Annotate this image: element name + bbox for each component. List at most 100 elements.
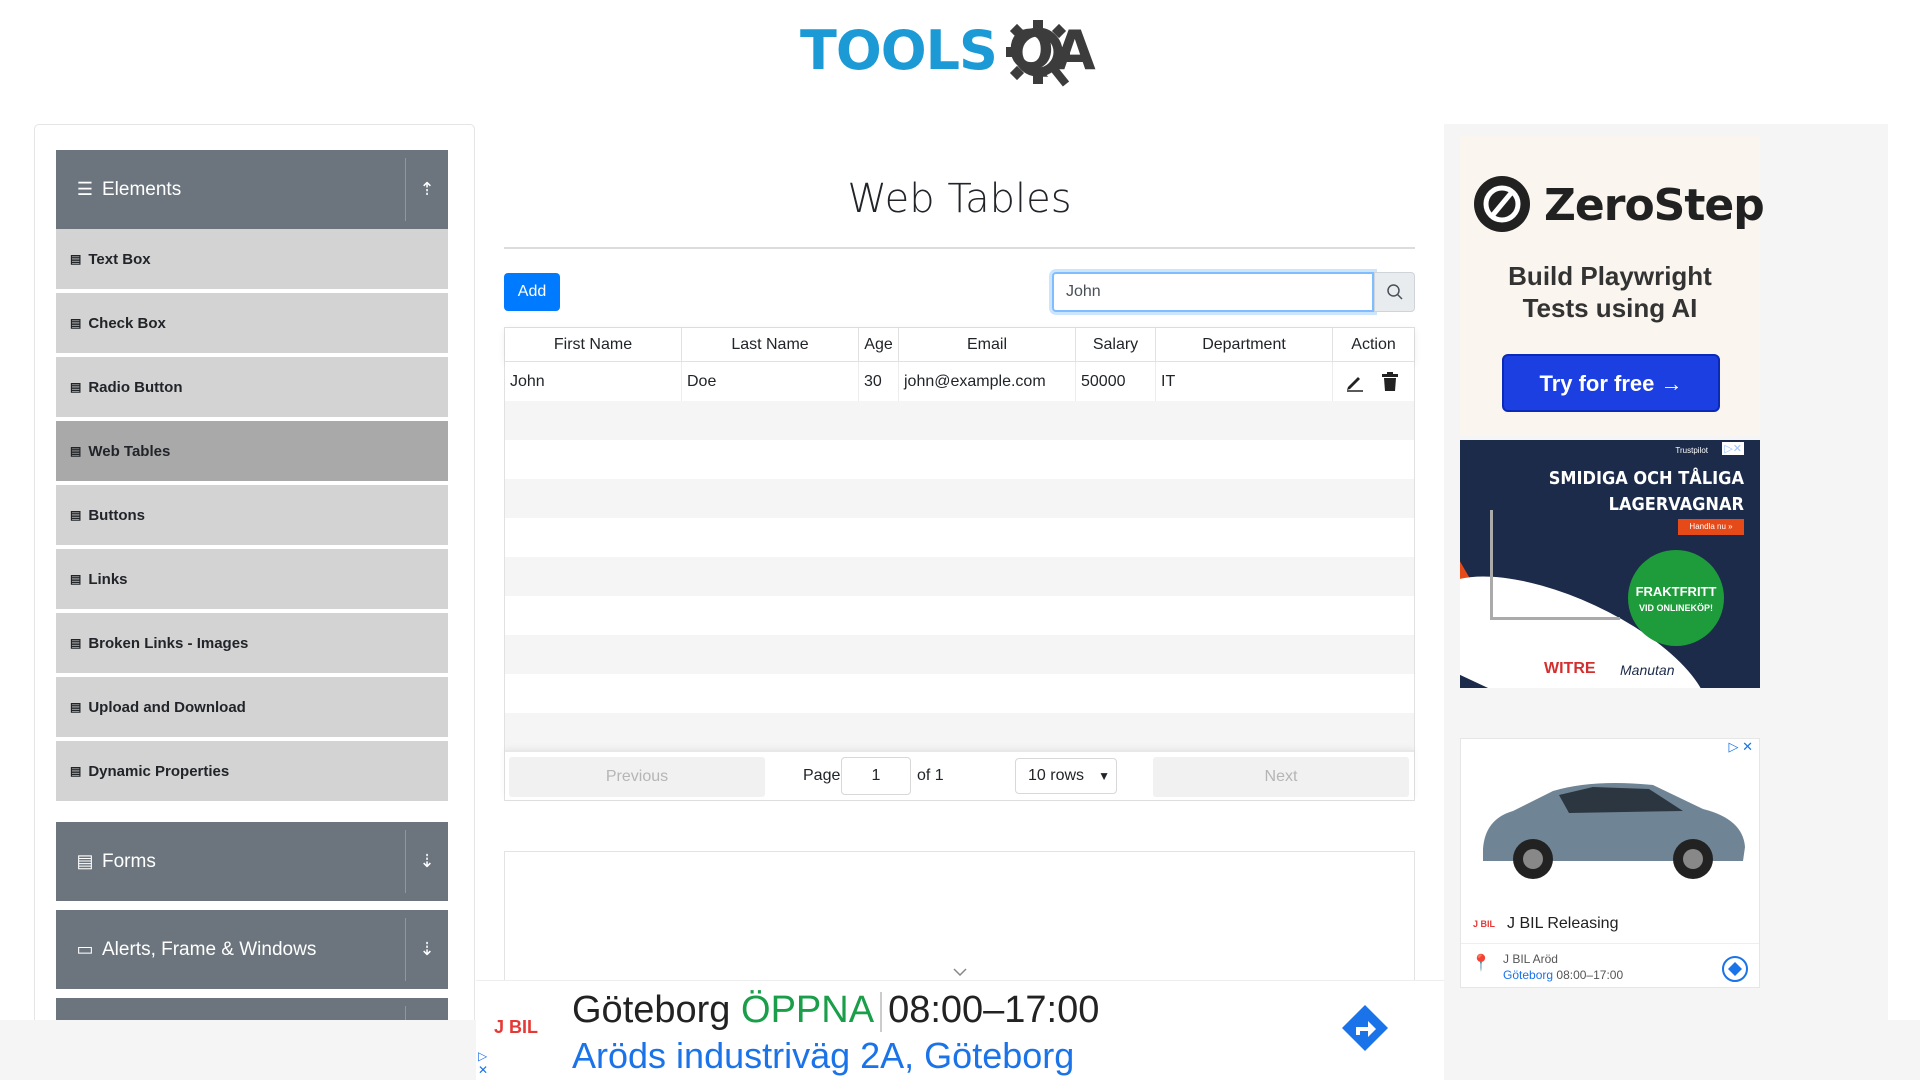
sidebar-item-label: Check Box: [88, 314, 166, 332]
headline-line-1: SMIDIGA OCH TÅLIGA: [1548, 468, 1744, 489]
ad-jbil-card[interactable]: ▷ ✕ J BIL J BIL Releasing 📍 J BIL Aröd G…: [1460, 738, 1760, 988]
ad-close-icon[interactable]: ▷✕: [1722, 442, 1744, 455]
group-label: Alerts, Frame & Windows: [102, 938, 317, 960]
sidebar-item-upload-download[interactable]: ▤ Upload and Download: [56, 677, 448, 739]
chevron-down-icon[interactable]: [953, 968, 967, 976]
rows-per-page-select[interactable]: 10 rows ▼: [1015, 758, 1117, 794]
pagination-bar: Previous Page 1 of 1 10 rows ▼ Next: [505, 750, 1414, 800]
expand-arrow-icon[interactable]: ⇣: [414, 851, 440, 872]
column-header-first-name[interactable]: First Name: [505, 328, 682, 362]
title-divider: [504, 247, 1415, 249]
list-icon: ▤: [70, 316, 82, 330]
zerostep-name: ZeroStep: [1544, 180, 1765, 231]
delete-trash-icon[interactable]: [1381, 372, 1399, 392]
next-button[interactable]: Next: [1153, 757, 1409, 797]
sidebar-item-broken-links[interactable]: ▤ Broken Links - Images: [56, 613, 448, 675]
divider: [880, 991, 883, 1032]
bottom-ad-hours: 08:00–17:00: [888, 989, 1100, 1031]
search-box: [1052, 272, 1415, 312]
logo-tools-text: TOOLS: [800, 19, 998, 82]
column-header-age[interactable]: Age: [859, 328, 899, 362]
ad-choices-icon[interactable]: ▷ ✕: [1728, 739, 1753, 755]
sidebar-item-label: Buttons: [88, 506, 145, 524]
list-icon: ▤: [70, 252, 82, 266]
tagline-line-2: Tests using AI: [1522, 293, 1698, 323]
manutan-logo: Manutan: [1620, 662, 1675, 678]
ad-placeholder-frame: [504, 851, 1415, 1001]
sidebar-item-label: Upload and Download: [88, 698, 246, 716]
add-button[interactable]: Add: [504, 273, 560, 311]
ad-witre-manutan[interactable]: Trustpilot ▷✕ SMIDIGA OCH TÅLIGA LAGERVA…: [1460, 440, 1760, 688]
edit-pencil-icon[interactable]: [1345, 372, 1365, 392]
chevron-down-icon: ▼: [1098, 769, 1110, 783]
table-row-empty: [505, 401, 1414, 440]
search-button[interactable]: [1374, 272, 1415, 312]
directions-icon[interactable]: [1340, 1003, 1390, 1053]
free-shipping-badge: FRAKTFRITT VID ONLINEKÖP!: [1628, 550, 1724, 646]
try-for-free-button[interactable]: Try for free →: [1502, 354, 1720, 412]
group-alerts-frame-windows[interactable]: ▭ Alerts, Frame & Windows ⇣: [56, 910, 448, 989]
previous-button[interactable]: Previous: [509, 757, 765, 797]
group-label: Forms: [102, 850, 156, 872]
cell-age: 30: [859, 362, 899, 401]
location-city: Göteborg: [1503, 968, 1554, 982]
divider: [1461, 943, 1759, 944]
table-row-empty: [505, 713, 1414, 750]
jbil-logo: J BIL: [1473, 919, 1496, 929]
ad-zerostep[interactable]: ZeroStep Build Playwright Tests using AI…: [1460, 136, 1765, 436]
sidebar-item-label: Text Box: [88, 250, 151, 268]
sidebar-item-check-box[interactable]: ▤ Check Box: [56, 293, 448, 355]
directions-icon[interactable]: [1721, 955, 1749, 983]
footer-strip: [1444, 1020, 1920, 1080]
sidebar-item-radio-button[interactable]: ▤ Radio Button: [56, 357, 448, 419]
page-number-input[interactable]: 1: [841, 757, 911, 795]
collapse-arrow-icon[interactable]: ⇡: [414, 179, 440, 200]
list-icon: ▤: [70, 764, 82, 778]
cell-department: IT: [1156, 362, 1333, 401]
car-image: [1483, 783, 1745, 879]
document-icon: ▤: [76, 851, 94, 871]
list-icon: ▤: [70, 572, 82, 586]
table-row-empty: [505, 479, 1414, 518]
sidebar-item-buttons[interactable]: ▤ Buttons: [56, 485, 448, 547]
list-icon: ▤: [70, 700, 82, 714]
tagline-line-1: Build Playwright: [1508, 261, 1712, 291]
zerostep-tagline: Build Playwright Tests using AI: [1460, 260, 1760, 324]
sidebar-item-links[interactable]: ▤ Links: [56, 549, 448, 611]
table-row-empty: [505, 635, 1414, 674]
location-name: J BIL Aröd: [1503, 952, 1558, 966]
table-row-empty: [505, 440, 1414, 479]
search-input[interactable]: [1052, 272, 1374, 312]
toolsqa-logo[interactable]: TOOLS QA: [800, 14, 1125, 90]
column-header-action: Action: [1351, 336, 1396, 353]
table-row-empty: [505, 674, 1414, 713]
sidebar-item-web-tables[interactable]: ▤ Web Tables: [56, 421, 448, 483]
page-total: of 1: [917, 767, 944, 784]
expand-arrow-icon[interactable]: ⇣: [414, 939, 440, 960]
sidebar-item-label: Broken Links - Images: [88, 634, 249, 652]
list-icon: ▤: [70, 636, 82, 650]
column-header-department[interactable]: Department: [1156, 328, 1333, 362]
list-icon: ▤: [70, 380, 82, 394]
list-icon: ▤: [70, 444, 82, 458]
ad-choices-icon[interactable]: ▷ ✕: [478, 1049, 488, 1077]
left-sidebar: ☰ Elements ⇡ ▤ Text Box ▤ Check Box ▤ Radio…: [34, 124, 475, 1080]
group-elements[interactable]: ☰ Elements ⇡: [56, 150, 448, 229]
shop-now-button[interactable]: Handla nu »: [1678, 519, 1744, 535]
bottom-banner-ad[interactable]: J BIL ▷ ✕ Göteborg ÖPPNA 08:00–17:00 Aröds…: [476, 980, 1444, 1080]
group-label: Elements: [102, 178, 182, 200]
web-table: First Name Last Name Age Email Salary De…: [504, 327, 1415, 801]
column-header-salary[interactable]: Salary: [1076, 328, 1156, 362]
cell-last-name: Doe: [682, 362, 859, 401]
rows-select-value: 10 rows: [1028, 767, 1085, 784]
page-label: Page: [803, 767, 841, 784]
column-header-email[interactable]: Email: [899, 328, 1076, 362]
zerostep-logo-icon: [1474, 176, 1530, 232]
cart-image: [1490, 510, 1620, 620]
cell-salary: 50000: [1076, 362, 1156, 401]
sidebar-item-dynamic-properties[interactable]: ▤ Dynamic Properties: [56, 741, 448, 803]
sidebar-item-text-box[interactable]: ▤ Text Box: [56, 229, 448, 291]
column-header-last-name[interactable]: Last Name: [682, 328, 859, 362]
sidebar-item-label: Web Tables: [88, 442, 171, 460]
group-forms[interactable]: ▤ Forms ⇣: [56, 822, 448, 901]
